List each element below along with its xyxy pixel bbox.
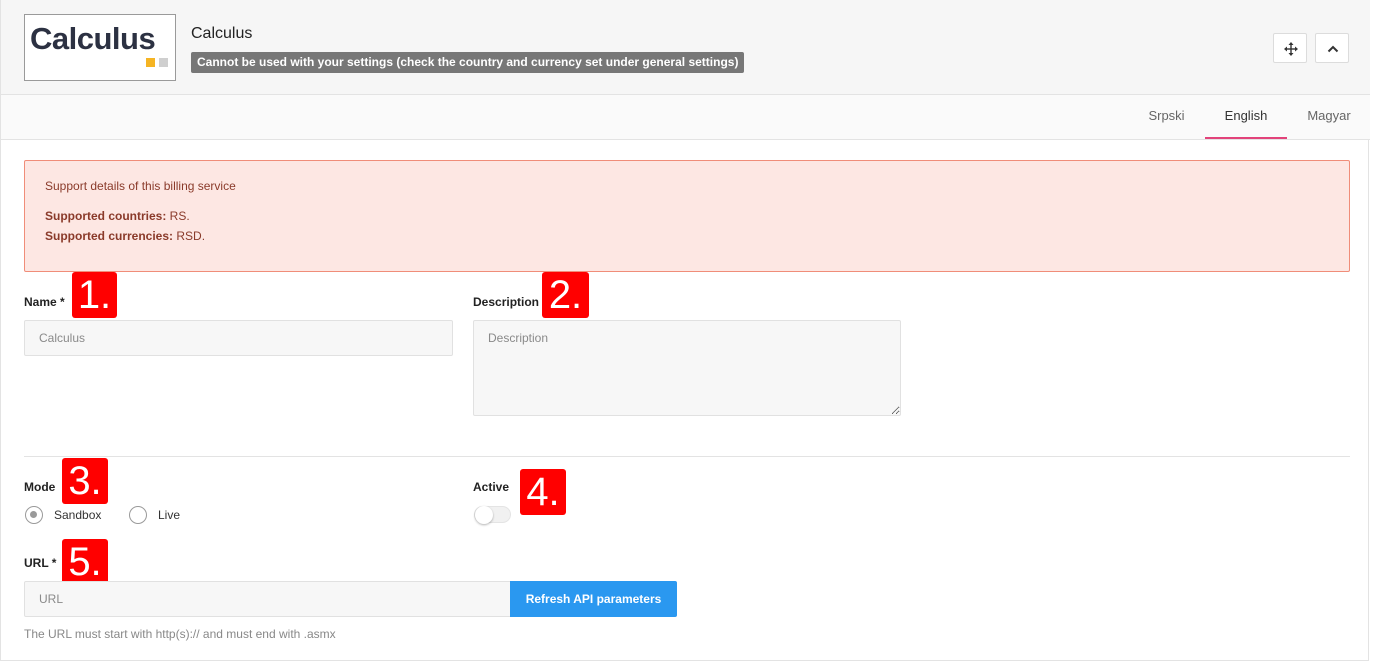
- marker-3: 3.: [62, 458, 108, 504]
- status-badge: Cannot be used with your settings (check…: [191, 52, 745, 73]
- card-header: Calculus Calculus Cannot be used with yo…: [1, 0, 1370, 95]
- logo-text: Calculus: [30, 21, 156, 56]
- logo-square-yellow: [146, 58, 155, 67]
- section-divider: [24, 456, 1350, 457]
- mode-label: Mode: [24, 480, 56, 494]
- alert-title: Support details of this billing service: [45, 179, 236, 193]
- chevron-up-icon: [1327, 45, 1339, 53]
- move-icon: [1284, 42, 1298, 56]
- service-title: Calculus: [191, 25, 253, 42]
- url-label: URL *: [24, 556, 57, 570]
- move-button[interactable]: [1273, 33, 1307, 63]
- countries-value: RS.: [166, 209, 190, 223]
- currencies-label: Supported currencies:: [45, 229, 174, 243]
- supported-currencies: Supported currencies: RSD.: [45, 229, 205, 243]
- marker-5: 5.: [62, 539, 108, 585]
- toggle-knob: [475, 506, 493, 524]
- tab-srpski[interactable]: Srpski: [1129, 95, 1204, 139]
- active-label: Active: [473, 480, 510, 494]
- refresh-api-parameters-button[interactable]: Refresh API parameters: [510, 581, 677, 617]
- marker-2: 2.: [542, 272, 589, 318]
- live-label[interactable]: Live: [158, 508, 180, 522]
- sandbox-radio[interactable]: [25, 506, 43, 524]
- language-tabs: Srpski English Magyar: [1, 95, 1370, 140]
- countries-label: Supported countries:: [45, 209, 167, 223]
- billing-service-card: Calculus Calculus Cannot be used with yo…: [0, 0, 1370, 661]
- tab-english[interactable]: English: [1205, 95, 1287, 139]
- collapse-button[interactable]: [1315, 33, 1349, 63]
- logo-square-gray: [159, 58, 168, 67]
- name-input[interactable]: [24, 320, 453, 356]
- description-label: Description: [473, 295, 540, 309]
- sandbox-label[interactable]: Sandbox: [54, 508, 101, 522]
- currencies-value: RSD.: [173, 229, 206, 243]
- service-logo: Calculus: [24, 14, 176, 81]
- supported-countries: Supported countries: RS.: [45, 209, 190, 223]
- url-input[interactable]: [24, 581, 511, 617]
- support-details-alert: Support details of this billing service …: [24, 160, 1350, 272]
- url-help-text: The URL must start with http(s):// and m…: [24, 627, 336, 641]
- active-toggle[interactable]: [474, 506, 511, 524]
- name-label: Name *: [24, 295, 65, 309]
- marker-1: 1.: [72, 272, 117, 318]
- description-textarea[interactable]: [473, 320, 901, 416]
- marker-4: 4.: [520, 469, 566, 515]
- live-radio[interactable]: [129, 506, 147, 524]
- tab-magyar[interactable]: Magyar: [1288, 95, 1370, 139]
